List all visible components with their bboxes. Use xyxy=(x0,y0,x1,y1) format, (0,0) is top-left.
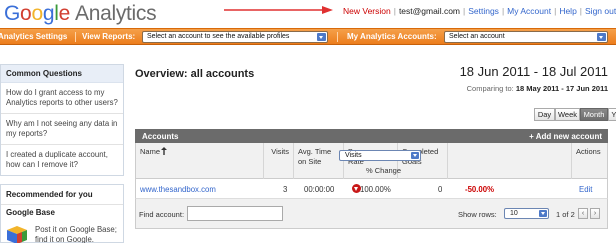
period-day-button[interactable]: Day xyxy=(534,108,555,121)
google-analytics-logo[interactable]: Google Analytics xyxy=(4,0,157,28)
account-name-link[interactable]: www.thesandbox.com xyxy=(140,185,216,194)
accounts-title: Accounts xyxy=(142,132,179,141)
dropdown-arrow-icon xyxy=(539,210,547,217)
google-base-cube-icon xyxy=(7,226,27,243)
help-link[interactable]: Help xyxy=(559,6,576,16)
question-item[interactable]: I created a duplicate account, how can I… xyxy=(1,145,123,175)
column-header-actions: Actions xyxy=(571,143,609,179)
sign-out-link[interactable]: Sign out xyxy=(585,6,616,16)
question-item[interactable]: How do I grant access to my Analytics re… xyxy=(1,83,123,114)
column-label: Name xyxy=(140,147,161,156)
sort-up-arrow-icon xyxy=(161,147,168,155)
column-label: Avg. Time xyxy=(298,147,332,156)
comparing-range: Comparing to: 18 May 2011 - 17 Jun 2011 xyxy=(467,84,608,93)
view-reports-select[interactable]: Select an account to see the available p… xyxy=(142,31,328,43)
show-rows-label: Show rows: xyxy=(458,210,497,219)
toolbar-divider xyxy=(337,32,338,42)
common-questions-box: Common Questions How do I grant access t… xyxy=(0,64,124,176)
recommended-title: Recommended for you xyxy=(1,185,123,205)
my-accounts-label: My Analytics Accounts: xyxy=(347,32,437,41)
column-header-change xyxy=(447,143,571,179)
dropdown-arrow-icon xyxy=(411,152,419,159)
analytics-settings-link[interactable]: Analytics Settings xyxy=(0,32,67,41)
question-item[interactable]: Why am I not seeing any data in my repor… xyxy=(1,114,123,145)
period-year-button[interactable]: Year xyxy=(608,108,616,121)
logo-letter: o xyxy=(20,2,32,25)
column-header-time-on-site[interactable]: Avg. Time on Site xyxy=(293,143,343,179)
period-week-button[interactable]: Week xyxy=(555,108,580,121)
metric-select[interactable]: Visits xyxy=(339,150,421,161)
new-version-link[interactable]: New Version xyxy=(343,6,391,16)
goals-value: 0 xyxy=(438,185,443,194)
accounts-table-footer: Find account: Show rows: 10 1 of 2 ‹ › xyxy=(135,199,608,229)
divider: | xyxy=(393,6,396,16)
date-range[interactable]: 18 Jun 2011 - 18 Jul 2011 xyxy=(460,64,608,79)
logo-letter: G xyxy=(4,2,21,25)
show-rows-value: 10 xyxy=(510,210,518,217)
next-page-button[interactable]: › xyxy=(590,208,600,219)
dropdown-arrow-icon xyxy=(597,33,606,41)
find-account-label: Find account: xyxy=(139,210,185,219)
divider: | xyxy=(579,6,583,16)
comparing-dates: 18 May 2011 - 17 Jun 2011 xyxy=(515,84,608,93)
down-arrow-icon xyxy=(352,184,361,193)
toolbar-divider xyxy=(75,32,76,42)
column-header-name[interactable]: Name xyxy=(136,143,263,179)
percent-change-label: % Change xyxy=(366,166,402,175)
column-header-goals[interactable]: Completed Goals xyxy=(397,143,447,179)
edit-link[interactable]: Edit xyxy=(579,185,592,194)
previous-page-button[interactable]: ‹ xyxy=(578,208,588,219)
sidebar: Common Questions How do I grant access t… xyxy=(0,64,124,176)
logo-letter: o xyxy=(31,2,43,25)
my-account-link[interactable]: My Account xyxy=(507,6,551,16)
google-base-description: Post it on Google Base; find it on Googl… xyxy=(35,225,117,243)
logo-letter: g xyxy=(42,2,55,25)
user-email: test@gmail.com xyxy=(398,6,460,16)
period-month-button[interactable]: Month xyxy=(580,108,608,121)
metric-select-value: Visits xyxy=(345,152,362,159)
column-label: on Site xyxy=(298,157,322,166)
dropdown-arrow-icon xyxy=(317,33,326,41)
show-rows-select[interactable]: 10 xyxy=(504,208,549,219)
logo-google-text: Google xyxy=(4,2,70,25)
top-header: Google Analytics New Version | test@gmail.c… xyxy=(0,0,616,28)
find-account-input[interactable] xyxy=(187,206,283,221)
divider: | xyxy=(463,6,466,16)
page-title: Overview: all accounts xyxy=(135,68,255,80)
column-header-visits[interactable]: Visits xyxy=(263,143,293,179)
percent-change-value: -50.00% xyxy=(465,185,495,194)
main-toolbar: Analytics Settings View Reports: Select … xyxy=(0,28,616,45)
pagination-status: 1 of 2 xyxy=(556,210,575,219)
red-arrow-annotation-icon xyxy=(224,6,333,14)
time-on-site-value: 00:00:00 xyxy=(304,185,335,194)
top-links: New Version | test@gmail.com | Settings | My A… xyxy=(343,6,616,16)
common-questions-title: Common Questions xyxy=(1,65,123,83)
accounts-header-bar: Accounts + Add new account xyxy=(135,129,608,143)
logo-letter: e xyxy=(58,2,71,25)
recommended-box: Recommended for you Google Base Post it … xyxy=(0,184,124,243)
settings-link[interactable]: Settings xyxy=(468,6,499,16)
view-reports-label: View Reports: xyxy=(82,32,136,41)
my-accounts-select-value: Select an account xyxy=(449,33,505,40)
visits-value: 3 xyxy=(283,185,288,194)
view-reports-select-value: Select an account to see the available p… xyxy=(147,33,290,40)
add-new-account-button[interactable]: + Add new account xyxy=(529,132,602,141)
logo-analytics-text: Analytics xyxy=(74,2,157,25)
bounce-rate-value: 100.00% xyxy=(360,185,391,194)
table-row: www.thesandbox.com 3 00:00:00 100.00% 0 … xyxy=(135,179,608,199)
divider: | xyxy=(554,6,557,16)
divider: | xyxy=(501,6,505,16)
comparing-label: Comparing to: xyxy=(466,84,514,93)
google-base-title[interactable]: Google Base xyxy=(1,205,123,219)
my-accounts-select[interactable]: Select an account xyxy=(444,31,608,43)
